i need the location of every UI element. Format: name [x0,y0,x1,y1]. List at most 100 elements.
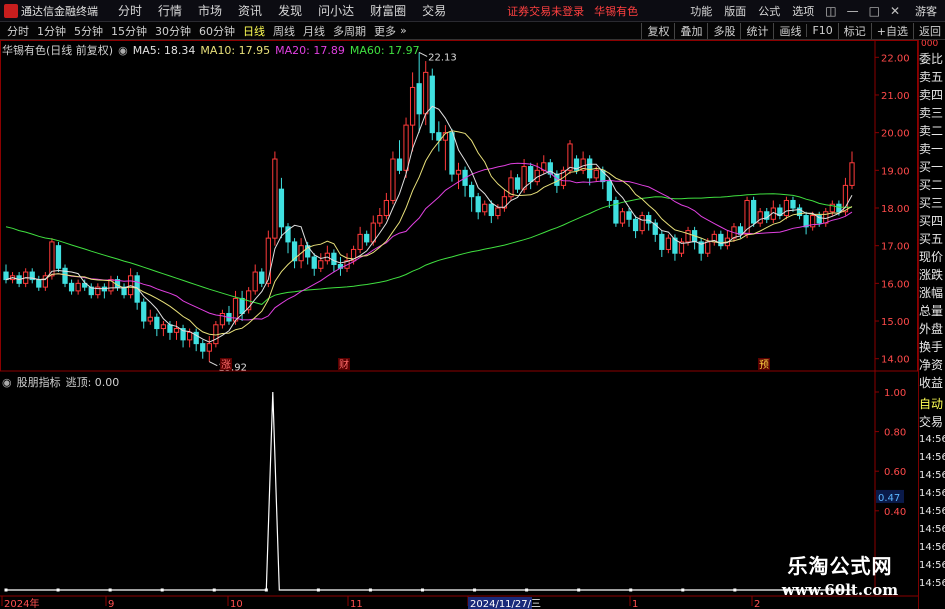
minimize-icon[interactable]: — [842,4,864,18]
maximize-icon[interactable]: □ [864,4,885,18]
candle-body [783,199,790,217]
side-item[interactable]: 卖二 [919,122,945,140]
candle-body [259,271,265,284]
candle-body [619,211,626,224]
date-label: 2024年 [4,597,39,609]
tool-overlay-button[interactable]: 叠加 [674,22,707,39]
chart-title: 华锡有色(日线 前复权) [2,44,114,57]
side-item[interactable]: 换手 [919,338,945,356]
candle-body [626,211,632,220]
tf-multi-period[interactable]: 多周期 [329,23,370,39]
watermark-url: www.60lt.com [781,581,899,599]
menu-item-hangqing[interactable]: 行情 [150,2,190,19]
indicator-settings-icon[interactable]: ◉ [2,376,12,389]
legend-settings-icon[interactable]: ◉ [118,44,128,57]
side-item[interactable]: 买四 [919,212,945,230]
menu-bar: 通达信金融终端 分时 行情 市场 资讯 发现 问小达 财富圈 交易 证券交易未登… [0,0,945,22]
tf-daily[interactable]: 日线 [239,23,269,39]
side-item[interactable]: 卖一 [919,140,945,158]
candle-body [737,226,744,235]
side-item[interactable]: 卖五 [919,68,945,86]
tool-stats-button[interactable]: 统计 [740,22,773,39]
side-item[interactable]: 卖四 [919,86,945,104]
guest-label[interactable]: 游客 [905,3,945,19]
candle-body [55,245,62,269]
side-item[interactable]: 买三 [919,194,945,212]
side-item[interactable]: 买二 [919,176,945,194]
side-trade-label[interactable]: 自动 [919,395,945,413]
side-item[interactable]: 涨跌 [919,266,945,284]
indicator-tick-label: 0.60 [884,467,906,478]
indicator-name[interactable]: 股朋指标 [17,374,61,390]
menu-item-fenshi[interactable]: 分时 [110,2,150,19]
tf-60min[interactable]: 60分钟 [195,23,239,39]
side-item[interactable]: 净资 [919,356,945,374]
menu-item-wenxiaoda[interactable]: 问小达 [310,2,362,19]
candle-body [429,75,435,134]
side-item[interactable]: 卖三 [919,104,945,122]
ma10-line [5,130,853,336]
candle-body [186,331,193,341]
side-item[interactable]: 涨幅 [919,284,945,302]
tf-15min[interactable]: 15分钟 [107,23,151,39]
indicator-zero-dot [681,588,685,592]
menu-item-xuanxiang[interactable]: 选项 [786,3,820,19]
candle-body [495,207,501,217]
watermark-title: 乐淘公式网 [787,554,893,578]
side-item[interactable]: 委比 [919,50,945,68]
menu-item-jiaoyi[interactable]: 交易 [414,2,454,19]
candle-body [790,199,796,209]
tf-5min[interactable]: 5分钟 [70,23,107,39]
candle-body [705,241,711,254]
candle-body [849,162,855,186]
tool-multi-stock-button[interactable]: 多股 [707,22,740,39]
side-item[interactable]: 现价 [919,248,945,266]
menu-item-faxian[interactable]: 发现 [270,2,310,19]
menu-item-caifuquan[interactable]: 财富圈 [362,2,414,19]
side-item[interactable]: 买五 [919,230,945,248]
price-tick-label: 22.00 [881,53,910,64]
candle-body [423,71,429,115]
tool-f10-button[interactable]: F10 [806,24,837,37]
tf-more[interactable]: 更多 [370,23,400,39]
tf-1min[interactable]: 1分钟 [33,23,70,39]
side-item[interactable]: 收益 [919,374,945,392]
event-marker-2: 预 [759,359,769,371]
menu-item-banmian[interactable]: 版面 [718,3,752,19]
skin-icon[interactable]: ◫ [820,4,841,18]
side-item[interactable]: 买一 [919,158,945,176]
side-trade-label[interactable]: 交易 [919,413,945,431]
close-icon[interactable]: ✕ [885,4,905,18]
kline-chart[interactable]: 22.0021.0020.0019.0018.0017.0016.0015.00… [0,40,918,609]
indicator-zero-dot [420,588,424,592]
side-panel-header: 000 [919,40,945,50]
tool-mark-button[interactable]: 标记 [837,22,871,39]
candle-body [528,166,534,183]
trade-login-status[interactable]: 证券交易未登录 [502,3,589,19]
more-arrow-icon[interactable]: » [400,24,407,37]
ma10-value: MA10: 17.95 [200,43,271,57]
side-item[interactable]: 总量 [919,302,945,320]
tool-draw-button[interactable]: 画线 [773,22,806,39]
tf-fenshi[interactable]: 分时 [3,23,33,39]
tick-time: 14:56 [919,578,945,589]
side-item[interactable]: 外盘 [919,320,945,338]
tf-30min[interactable]: 30分钟 [151,23,195,39]
candle-body [239,297,245,314]
tool-back-button[interactable]: 返回 [913,22,945,39]
indicator-zero-dot [577,588,581,592]
tf-weekly[interactable]: 周线 [269,23,299,39]
menu-item-gongneng[interactable]: 功能 [684,3,718,19]
tool-add-watchlist-button[interactable]: +自选 [870,22,913,39]
candle-body [757,211,763,224]
indicator-value: 逃顶: 0.00 [65,376,120,389]
date-label: 1 [632,599,638,609]
menu-item-zixun[interactable]: 资讯 [230,2,270,19]
tool-fuquan-button[interactable]: 复权 [641,22,674,39]
tf-monthly[interactable]: 月线 [299,23,329,39]
candle-body [62,267,68,284]
menu-item-shichang[interactable]: 市场 [190,2,230,19]
candle-body [265,237,271,284]
menu-item-gongshi[interactable]: 公式 [752,3,786,19]
candle-body [455,169,462,175]
